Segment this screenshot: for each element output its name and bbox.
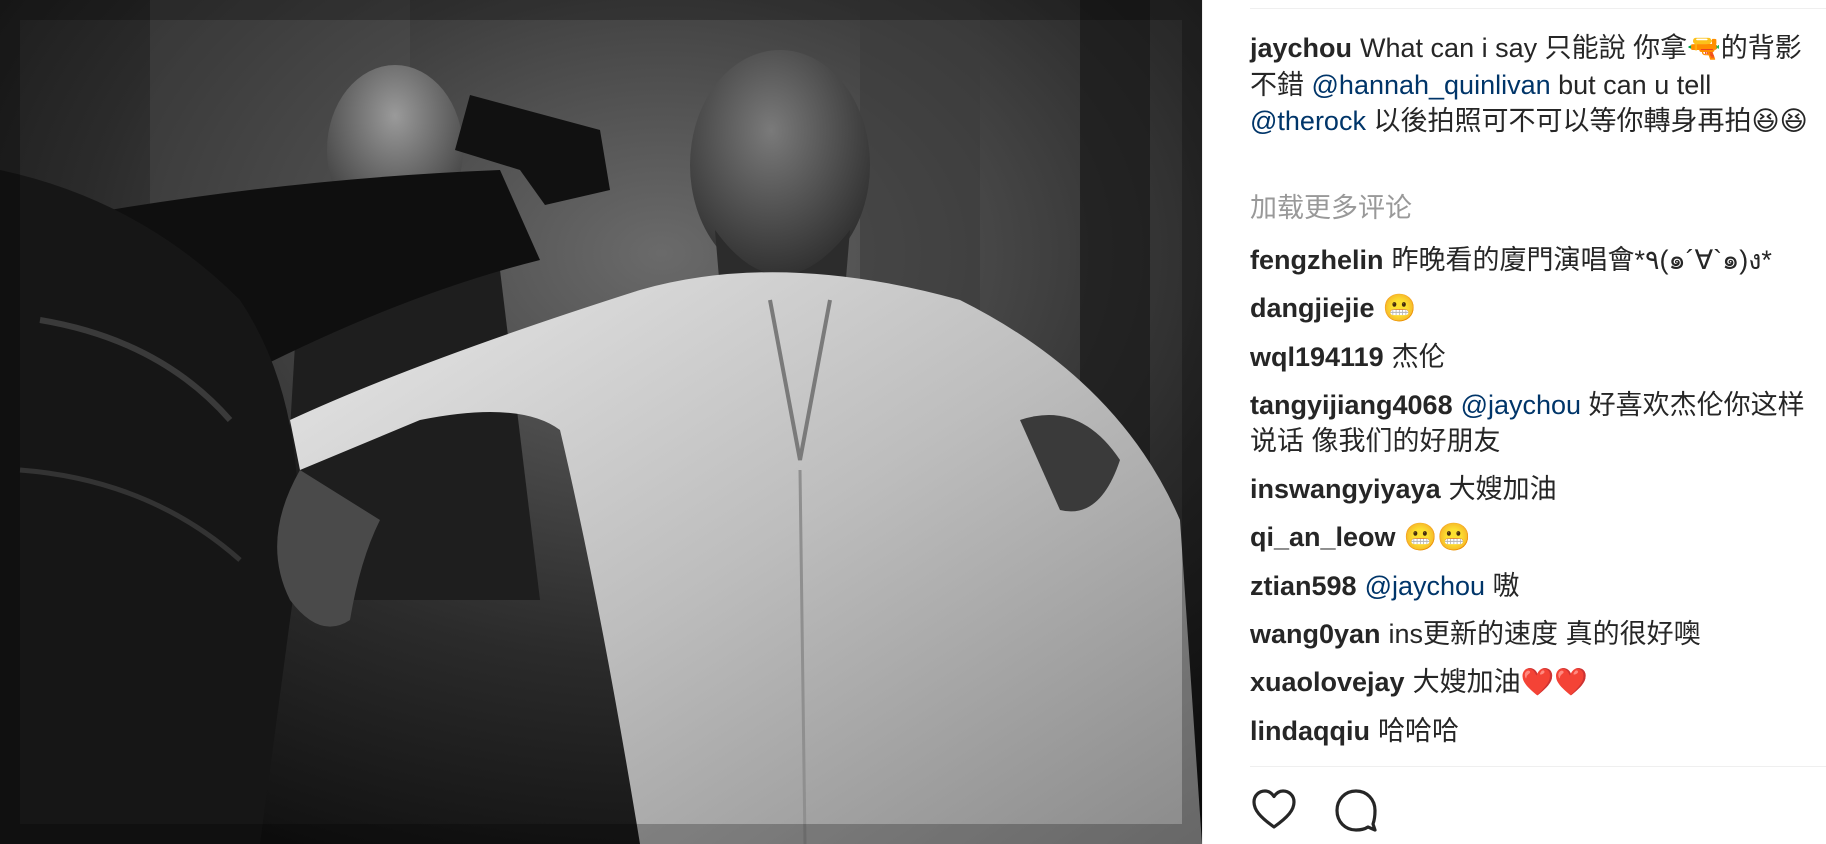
- panel-top-divider: [1250, 8, 1826, 9]
- comment-item: wql194119 杰伦: [1250, 339, 1820, 375]
- emoji: 🔫: [1687, 33, 1721, 64]
- comment-author-link[interactable]: qi_an_leow: [1250, 522, 1396, 552]
- comments-panel: jaychou What can i say 只能說 你拿🔫的背影不錯 @hann…: [1250, 0, 1826, 844]
- instagram-post: jaychou What can i say 只能說 你拿🔫的背影不錯 @hann…: [0, 0, 1826, 844]
- comment-text: 以後拍照可不可以等你轉身再拍: [1365, 106, 1752, 136]
- comment-item: inswangyiyaya 大嫂加油: [1250, 471, 1820, 507]
- comment-author-link[interactable]: xuaolovejay: [1250, 667, 1405, 697]
- emoji: ❤️❤️: [1520, 667, 1588, 698]
- comment-item: ztian598 @jaychou 嗷: [1250, 568, 1820, 604]
- comment-item: wang0yan ins更新的速度 真的很好噢: [1250, 616, 1820, 652]
- mention-link[interactable]: @jaychou: [1461, 390, 1581, 420]
- comment-item: dangjiejie 😬: [1250, 290, 1820, 327]
- mention-link[interactable]: @jaychou: [1365, 571, 1485, 601]
- comment-text: 嗷: [1485, 571, 1520, 601]
- caption-author-link[interactable]: jaychou: [1250, 33, 1352, 63]
- emoji: 😬😬: [1403, 522, 1471, 553]
- comment-author-link[interactable]: fengzhelin: [1250, 245, 1384, 275]
- comments-divider: [1250, 766, 1826, 767]
- load-more-comments-button[interactable]: 加载更多评论: [1250, 190, 1412, 226]
- comment-text: 大嫂加油: [1412, 667, 1521, 697]
- comment-item: lindaqqiu 哈哈哈: [1250, 713, 1820, 749]
- comment-text: What can i say 只能說 你拿: [1360, 33, 1688, 63]
- comment-item: xuaolovejay 大嫂加油❤️❤️: [1250, 664, 1820, 701]
- comment-author-link[interactable]: dangjiejie: [1250, 293, 1375, 323]
- photo-illustration: [0, 0, 1202, 844]
- comment-item: fengzhelin 昨晚看的廈門演唱會*٩(๑´∀`๑)ง*: [1250, 242, 1820, 278]
- comment-list: fengzhelin 昨晚看的廈門演唱會*٩(๑´∀`๑)ง* dangjiejie…: [1250, 242, 1820, 762]
- comment-author-link[interactable]: tangyijiang4068: [1250, 390, 1453, 420]
- comment-text: 昨晚看的廈門演唱會*٩(๑´∀`๑)ง*: [1391, 245, 1772, 275]
- like-button[interactable]: [1250, 786, 1298, 834]
- comment-button[interactable]: [1332, 786, 1380, 834]
- comment-text: 哈哈哈: [1377, 716, 1459, 746]
- mention-link[interactable]: @therock: [1250, 106, 1366, 136]
- comment-text: ins更新的速度 真的很好噢: [1388, 619, 1701, 649]
- emoji: 😬: [1382, 293, 1417, 324]
- comment-author-link[interactable]: lindaqqiu: [1250, 716, 1370, 746]
- comment-author-link[interactable]: inswangyiyaya: [1250, 474, 1441, 504]
- heart-outline-icon: [1252, 789, 1296, 829]
- comment-author-link[interactable]: wang0yan: [1250, 619, 1381, 649]
- comment-author-link[interactable]: ztian598: [1250, 571, 1357, 601]
- comment-text: 大嫂加油: [1448, 474, 1557, 504]
- comment-item: tangyijiang4068 @jaychou 好喜欢杰伦你这样说话 像我们的好…: [1250, 387, 1820, 459]
- photo-divider: [1202, 0, 1203, 844]
- comment-author-link[interactable]: wql194119: [1250, 342, 1384, 372]
- post-caption: jaychou What can i say 只能說 你拿🔫的背影不錯 @hann…: [1250, 30, 1820, 140]
- post-photo[interactable]: [0, 0, 1202, 844]
- comment-item: qi_an_leow 😬😬: [1250, 519, 1820, 556]
- comment-text: but can u tell: [1550, 70, 1712, 100]
- comment-text: 杰伦: [1391, 342, 1446, 372]
- emoji: 😆😆: [1751, 106, 1808, 137]
- mention-link[interactable]: @hannah_quinlivan: [1312, 70, 1551, 100]
- speech-bubble-icon: [1335, 789, 1377, 832]
